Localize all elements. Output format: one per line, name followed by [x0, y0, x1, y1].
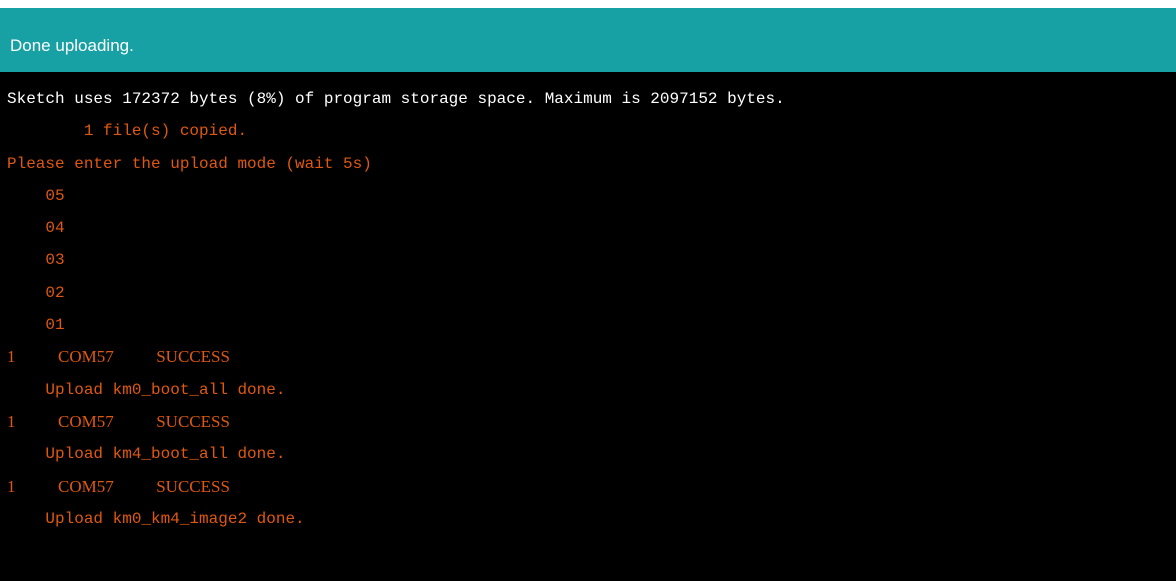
console-line: 1 COM57 SUCCESS: [7, 347, 230, 367]
console-line: 1 COM57 SUCCESS: [7, 411, 230, 431]
console-line: Please enter the upload mode (wait 5s): [7, 154, 372, 173]
console-line: Upload km0_km4_image2 done.: [7, 509, 305, 528]
console-line: 1 file(s) copied.: [7, 122, 248, 141]
status-bar: Done uploading.: [0, 8, 1176, 72]
console-line: Sketch uses 172372 bytes (8%) of program…: [7, 90, 785, 108]
console-line: 01: [7, 316, 65, 335]
console-line: Upload km0_boot_all done.: [7, 380, 286, 399]
console-line: Upload km4_boot_all done.: [7, 445, 286, 464]
console-line: 02: [7, 283, 65, 302]
status-message: Done uploading.: [10, 36, 134, 55]
console-line: 04: [7, 219, 65, 238]
console-line: 03: [7, 251, 65, 270]
console-output[interactable]: Sketch uses 172372 bytes (8%) of program…: [0, 72, 1176, 581]
console-line: 05: [7, 186, 65, 205]
upload-console-window: Done uploading. Sketch uses 172372 bytes…: [0, 0, 1176, 581]
console-line: 1 COM57 SUCCESS: [7, 476, 230, 496]
